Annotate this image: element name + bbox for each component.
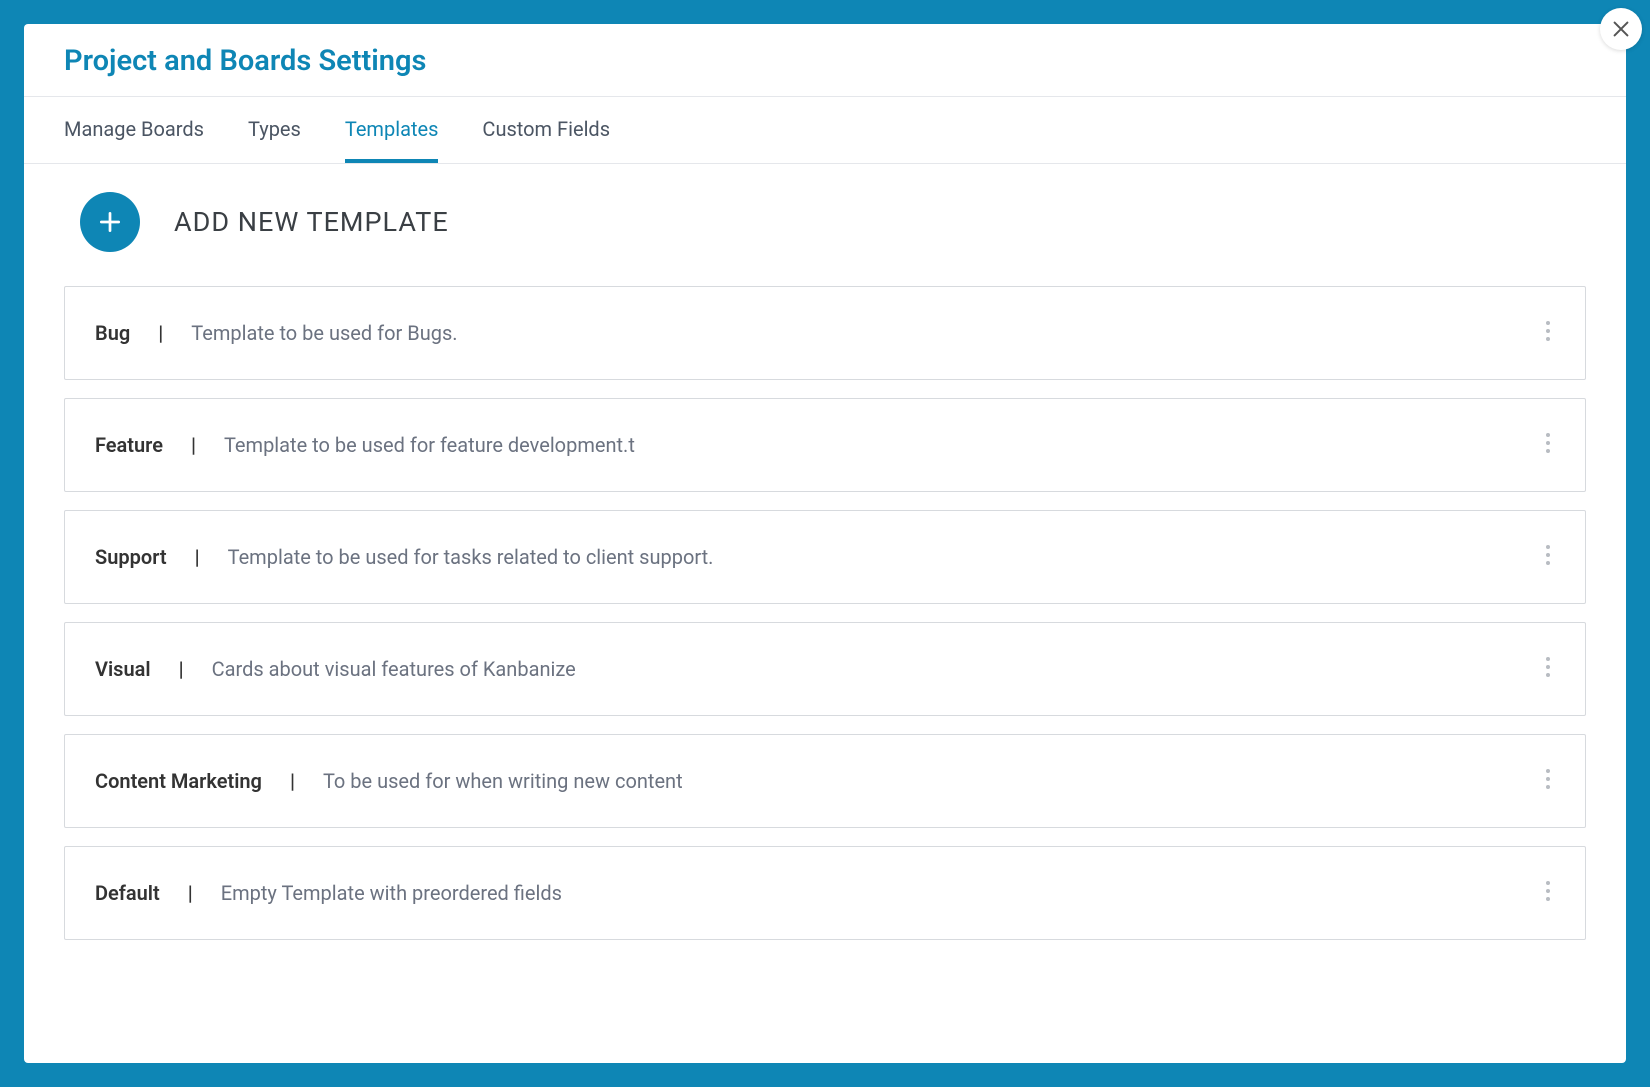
template-row[interactable]: Support | Template to be used for tasks … — [64, 510, 1586, 604]
template-name: Content Marketing — [95, 769, 262, 793]
close-icon — [1610, 18, 1632, 40]
template-description: Cards about visual features of Kanbanize — [212, 657, 576, 681]
template-description: Template to be used for tasks related to… — [228, 545, 714, 569]
template-info: Visual | Cards about visual features of … — [95, 657, 576, 681]
template-description: Template to be used for feature developm… — [224, 433, 635, 457]
close-button[interactable] — [1600, 8, 1642, 50]
template-row[interactable]: Default | Empty Template with preordered… — [64, 846, 1586, 940]
tabs-bar: Manage Boards Types Templates Custom Fie… — [24, 97, 1626, 164]
template-row[interactable]: Feature | Template to be used for featur… — [64, 398, 1586, 492]
page-title: Project and Boards Settings — [64, 44, 1586, 78]
template-name: Visual — [95, 657, 151, 681]
tab-custom-fields[interactable]: Custom Fields — [482, 97, 610, 163]
more-icon — [1545, 655, 1551, 679]
separator: | — [290, 769, 295, 793]
template-more-button[interactable] — [1541, 427, 1555, 463]
add-template-button[interactable] — [80, 192, 140, 252]
tab-manage-boards[interactable]: Manage Boards — [64, 97, 204, 163]
modal-header: Project and Boards Settings — [24, 24, 1626, 97]
separator: | — [195, 545, 200, 569]
template-name: Default — [95, 881, 160, 905]
more-icon — [1545, 319, 1551, 343]
template-more-button[interactable] — [1541, 763, 1555, 799]
more-icon — [1545, 431, 1551, 455]
separator: | — [188, 881, 193, 905]
template-more-button[interactable] — [1541, 539, 1555, 575]
more-icon — [1545, 767, 1551, 791]
settings-modal: Project and Boards Settings Manage Board… — [24, 24, 1626, 1063]
tab-templates[interactable]: Templates — [345, 97, 439, 163]
template-row[interactable]: Visual | Cards about visual features of … — [64, 622, 1586, 716]
template-description: Empty Template with preordered fields — [221, 881, 562, 905]
template-more-button[interactable] — [1541, 875, 1555, 911]
separator: | — [179, 657, 184, 681]
template-row[interactable]: Bug | Template to be used for Bugs. — [64, 286, 1586, 380]
more-icon — [1545, 879, 1551, 903]
separator: | — [158, 321, 163, 345]
template-info: Content Marketing | To be used for when … — [95, 769, 683, 793]
add-template-label: ADD NEW TEMPLATE — [174, 206, 449, 238]
add-template-row: ADD NEW TEMPLATE — [80, 192, 1586, 252]
separator: | — [191, 433, 196, 457]
tab-content: ADD NEW TEMPLATE Bug | Template to be us… — [24, 164, 1626, 980]
template-list: Bug | Template to be used for Bugs. Feat… — [64, 286, 1586, 940]
template-more-button[interactable] — [1541, 315, 1555, 351]
template-info: Bug | Template to be used for Bugs. — [95, 321, 458, 345]
template-name: Support — [95, 545, 167, 569]
plus-icon — [97, 209, 123, 235]
template-info: Support | Template to be used for tasks … — [95, 545, 713, 569]
template-more-button[interactable] — [1541, 651, 1555, 687]
template-name: Feature — [95, 433, 163, 457]
template-info: Feature | Template to be used for featur… — [95, 433, 635, 457]
template-info: Default | Empty Template with preordered… — [95, 881, 562, 905]
template-name: Bug — [95, 321, 130, 345]
template-description: Template to be used for Bugs. — [191, 321, 457, 345]
tab-types[interactable]: Types — [248, 97, 301, 163]
template-row[interactable]: Content Marketing | To be used for when … — [64, 734, 1586, 828]
template-description: To be used for when writing new content — [323, 769, 683, 793]
more-icon — [1545, 543, 1551, 567]
